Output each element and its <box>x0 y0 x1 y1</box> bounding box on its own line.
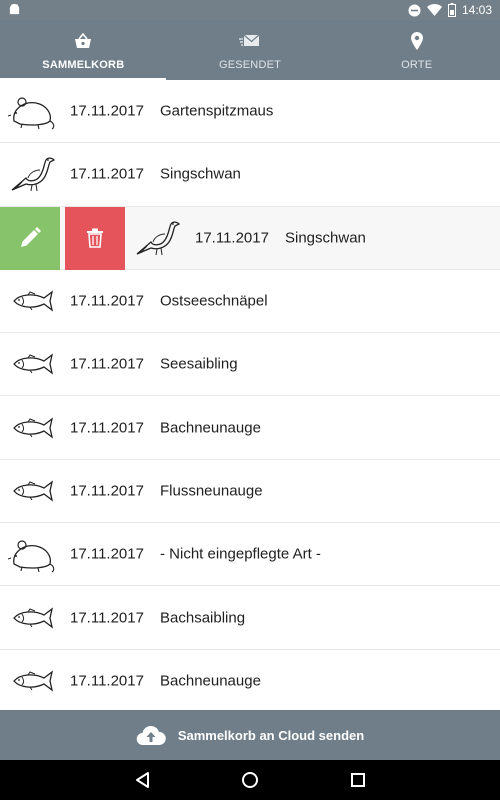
list-item[interactable]: 17.11.2017 Singschwan <box>0 143 500 207</box>
item-species: Gartenspitzmaus <box>160 102 274 120</box>
battery-icon <box>447 3 456 17</box>
collection-list: 17.11.2017 Gartenspitzmaus 17.11.2017 Si… <box>0 80 500 710</box>
item-date: 17.11.2017 <box>70 609 144 627</box>
list-item[interactable]: 17.11.2017 Gartenspitzmaus <box>0 80 500 144</box>
tab-orte[interactable]: ORTE <box>333 20 500 80</box>
tab-label: ORTE <box>401 59 433 71</box>
item-species: Seesaibling <box>160 355 238 373</box>
android-icon <box>9 3 20 15</box>
item-date: 17.11.2017 <box>70 419 144 437</box>
bird-icon <box>11 157 56 192</box>
cloud-upload-icon <box>136 725 166 746</box>
status-icons: 14:03 <box>408 2 492 18</box>
fish-icon <box>13 480 54 502</box>
list-item-swiped[interactable]: 17.11.2017 Singschwan <box>0 206 500 270</box>
basket-icon <box>74 31 92 51</box>
item-date: 17.11.2017 <box>70 482 144 500</box>
mammal-icon <box>8 540 55 573</box>
item-date: 17.11.2017 <box>70 165 144 183</box>
bird-icon <box>136 221 181 255</box>
status-bar: 14:03 <box>0 0 500 20</box>
send-to-cloud-button[interactable]: Sammelkorb an Cloud senden <box>0 710 500 760</box>
sent-mail-icon <box>239 31 261 51</box>
tab-bar: SAMMELKORB GESENDET ORTE <box>0 20 500 80</box>
item-species: Ostseeschnäpel <box>160 292 268 310</box>
fish-icon <box>13 290 54 312</box>
system-nav-bar <box>0 760 500 800</box>
recents-button[interactable] <box>348 770 368 790</box>
home-button[interactable] <box>240 770 260 790</box>
item-date: 17.11.2017 <box>70 672 144 690</box>
wifi-icon <box>426 4 442 16</box>
item-species: Flussneunauge <box>160 482 263 500</box>
list-item[interactable]: 17.11.2017 Bachsaibling <box>0 586 500 650</box>
item-date: 17.11.2017 <box>70 355 144 373</box>
tab-gesendet[interactable]: GESENDET <box>167 20 334 80</box>
tab-label: GESENDET <box>218 59 282 71</box>
fish-icon <box>13 353 54 375</box>
item-species: - Nicht eingepflegte Art - <box>160 545 321 563</box>
recents-icon <box>351 773 365 787</box>
pencil-icon <box>21 227 41 248</box>
status-time: 14:03 <box>461 3 492 17</box>
item-species: Bachneunauge <box>160 419 261 437</box>
item-date: 17.11.2017 <box>70 545 144 563</box>
back-button[interactable] <box>132 770 152 790</box>
do-not-disturb-icon <box>408 4 421 16</box>
fish-icon <box>13 417 54 439</box>
list-item[interactable]: 17.11.2017 - Nicht eingepflegte Art - <box>0 523 500 587</box>
location-pin-icon <box>410 31 423 51</box>
fish-icon <box>13 670 54 692</box>
list-item[interactable]: 17.11.2017 Bachneunauge <box>0 649 500 710</box>
list-item[interactable]: 17.11.2017 Bachneunauge <box>0 396 500 460</box>
list-item[interactable]: 17.11.2017 Seesaibling <box>0 333 500 397</box>
back-icon <box>136 772 149 788</box>
item-species: Singschwan <box>285 229 366 247</box>
home-icon <box>242 772 258 788</box>
item-date: 17.11.2017 <box>70 292 144 310</box>
tab-sammelkorb[interactable]: SAMMELKORB <box>0 20 167 80</box>
send-to-cloud-label: Sammelkorb an Cloud senden <box>177 727 365 743</box>
fish-icon <box>13 606 54 629</box>
tab-label: SAMMELKORB <box>42 59 125 71</box>
item-date: 17.11.2017 <box>70 102 144 120</box>
item-species: Bachneunauge <box>160 672 261 690</box>
item-species: Bachsaibling <box>160 609 246 627</box>
trash-icon <box>87 228 103 248</box>
list-item[interactable]: 17.11.2017 Flussneunauge <box>0 459 500 524</box>
item-date: 17.11.2017 <box>195 229 269 247</box>
item-species: Singschwan <box>160 165 241 183</box>
mammal-icon <box>8 97 55 130</box>
delete-button[interactable] <box>65 206 125 270</box>
edit-button[interactable] <box>0 206 60 270</box>
list-item[interactable]: 17.11.2017 Ostseeschnäpel <box>0 269 500 334</box>
